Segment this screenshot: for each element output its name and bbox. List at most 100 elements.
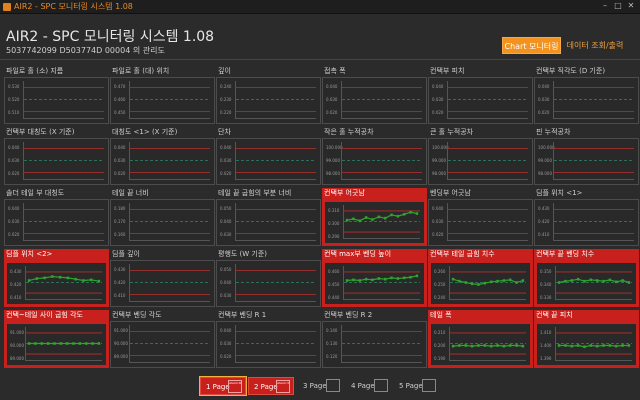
control-chart-plot: 0.040 0.030 0.020 (428, 77, 533, 124)
y-tick-label: 0.430 (538, 206, 550, 211)
page-label: 1 Page (206, 383, 230, 391)
chart-panel[interactable]: 컨택부 벤딩 R 2 0.140 0.130 0.120 (322, 310, 427, 368)
page-button-5[interactable]: 5 Page (394, 377, 439, 395)
chart-panel[interactable]: 딤플 깊이 0.430 0.420 0.410 (110, 249, 215, 307)
data-query-button[interactable]: 데이터 조회/출력 (564, 37, 626, 54)
y-tick-label: 0.420 (538, 219, 550, 224)
plot-area (235, 203, 316, 241)
data-point (403, 212, 406, 216)
y-tick-label: 0.520 (8, 97, 20, 102)
chart-panel[interactable]: 컨택부 직각도 (D 기준) 0.040 0.030 0.020 (534, 66, 639, 124)
plot-area (129, 203, 210, 241)
chart-panel[interactable]: 벤딩부 어긋남 0.040 0.030 0.020 (428, 188, 533, 246)
control-chart-plot: 0.040 0.030 0.020 (110, 138, 215, 185)
chart-panel[interactable]: 단차 0.040 0.030 0.020 (216, 127, 321, 185)
chart-panel[interactable]: 파일로 홀 (소) 지름 0.530 0.520 0.510 (4, 66, 109, 124)
data-point (27, 279, 31, 282)
data-point (345, 279, 349, 282)
data-point (615, 344, 618, 348)
chart-panel[interactable]: 딤플 위치 <1> 0.430 0.420 0.410 (534, 188, 639, 246)
y-tick-label: 0.160 (114, 232, 126, 237)
chart-panel[interactable]: 테일 폭 0.210 0.200 0.190 (428, 310, 533, 368)
chart-label: 컨택부 대칭도 (X 기준) (6, 128, 75, 136)
chart-panel[interactable]: 컨택부 피치 0.040 0.030 0.020 (428, 66, 533, 124)
y-tick-label: 0.470 (114, 84, 126, 89)
page-button-1[interactable]: 1 Page Alarm:8 (199, 376, 247, 396)
chart-panel[interactable]: 핀 누적공차 100.000 99.000 98.000 (534, 127, 639, 185)
plot-area (235, 142, 316, 180)
y-tick-label: 0.040 (114, 145, 126, 150)
y-tick-label: 0.220 (220, 110, 232, 115)
alarm-count-badge: Alarm:3 (276, 380, 290, 393)
control-chart-plot: 0.430 0.420 0.410 (110, 260, 215, 307)
plot-area (129, 325, 210, 363)
plot-area (235, 264, 316, 302)
chart-panel[interactable]: 큰 홀 누적공차 100.000 99.000 98.000 (428, 127, 533, 185)
data-point (557, 344, 561, 347)
chart-panel[interactable]: 컨택부 테일 굽힘 치수 0.260 0.250 0.240 (428, 249, 533, 307)
chart-panel[interactable]: 깊이 0.240 0.230 0.220 (216, 66, 321, 124)
chart-label: 깊이 (218, 67, 231, 75)
y-tick-label: 0.040 (8, 145, 20, 150)
control-chart-plot: 0.180 0.170 0.160 (110, 199, 215, 246)
data-point (78, 342, 82, 345)
y-tick-label: 0.040 (8, 206, 20, 211)
data-point (608, 344, 612, 347)
close-button[interactable]: ✕ (626, 1, 636, 10)
y-tick-label: 0.020 (432, 232, 444, 237)
chart-panel[interactable]: 테일 끝 굽힘의 부분 너비 0.050 0.040 0.030 (216, 188, 321, 246)
chart-panel[interactable]: 작은 홀 누적공차 100.000 99.000 98.000 (322, 127, 427, 185)
y-tick-label: 0.030 (432, 97, 444, 102)
chart-monitoring-button[interactable]: Chart 모니터링 (502, 37, 561, 54)
chart-panel[interactable]: 대칭도 <1> (X 기준) 0.040 0.030 0.020 (110, 127, 215, 185)
chart-panel[interactable]: 컨택 끝 피치 1.410 1.400 1.390 (534, 310, 639, 368)
chart-panel[interactable]: 컨택~테일 사이 굽힘 각도 91.000 90.000 89.000 (4, 310, 109, 368)
data-point (364, 216, 368, 219)
y-tick-label: 0.430 (10, 269, 22, 274)
y-tick-label: 0.050 (220, 206, 232, 211)
chart-panel[interactable]: 딤플 위치 <2> 0.430 0.420 0.410 (4, 249, 109, 307)
y-tick-label: 0.510 (8, 110, 20, 115)
control-chart-plot: 1.410 1.400 1.390 (534, 321, 639, 368)
control-chart-plot: 0.140 0.130 0.120 (322, 321, 427, 368)
data-point (570, 279, 573, 282)
minimize-button[interactable]: – (600, 1, 610, 10)
y-tick-label: 99.000 (326, 158, 340, 163)
chart-panel[interactable]: 솔더 테일 부 대칭도 0.040 0.030 0.020 (4, 188, 109, 246)
page-button-2[interactable]: 2 Page Alarm:3 (248, 377, 294, 395)
chart-panel[interactable]: 파일로 홀 (대) 위치 0.470 0.460 0.450 (110, 66, 215, 124)
app-icon (3, 3, 11, 11)
data-series-line (347, 212, 417, 221)
chart-panel[interactable]: 컨택부 대칭도 (X 기준) 0.040 0.030 0.020 (4, 127, 109, 185)
title-bar: AIR2 - SPC 모니터링 시스템 1.08 – □ ✕ (0, 0, 640, 14)
chart-panel[interactable]: 컨택부 벤딩 각도 91.000 90.000 89.000 (110, 310, 215, 368)
maximize-button[interactable]: □ (613, 1, 623, 10)
page-button-4[interactable]: 4 Page (346, 377, 391, 395)
chart-panel[interactable]: 컨택부 벤딩 R 1 0.040 0.030 0.020 (216, 310, 321, 368)
y-tick-label: 0.230 (220, 97, 232, 102)
data-point (396, 277, 400, 280)
data-point (358, 219, 361, 223)
control-chart-plot: 0.040 0.030 0.020 (216, 138, 321, 185)
data-point (521, 344, 525, 348)
chart-panel[interactable]: 평행도 (W 기준) 0.050 0.040 0.030 (216, 249, 321, 307)
data-point (451, 277, 455, 281)
y-tick-label: 0.130 (326, 341, 338, 346)
chart-panel[interactable]: 테일 끝 너비 0.180 0.170 0.160 (110, 188, 215, 246)
y-tick-label: 0.450 (328, 282, 340, 287)
page-button-3[interactable]: 3 Page (298, 377, 343, 395)
data-point (470, 344, 474, 348)
chart-panel[interactable]: 컨택부 어긋남 0.310 0.300 0.290 (322, 188, 427, 246)
chart-panel[interactable]: 컨택부 끝 벤딩 치수 0.350 0.340 0.330 (534, 249, 639, 307)
chart-panel[interactable]: 접촉 폭 0.040 0.030 0.020 (322, 66, 427, 124)
plot-area (129, 81, 210, 119)
data-point (89, 278, 93, 282)
chart-panel[interactable]: 컨택 max부 벤딩 높이 0.460 0.450 0.440 (322, 249, 427, 307)
plot-area (23, 81, 104, 119)
chart-label: 작은 홀 누적공차 (324, 128, 374, 136)
y-tick-label: 0.420 (114, 280, 126, 285)
y-tick-label: 0.030 (432, 219, 444, 224)
y-tick-label: 0.120 (326, 354, 338, 359)
y-tick-label: 0.310 (328, 208, 340, 213)
control-chart-plot: 0.240 0.230 0.220 (216, 77, 321, 124)
